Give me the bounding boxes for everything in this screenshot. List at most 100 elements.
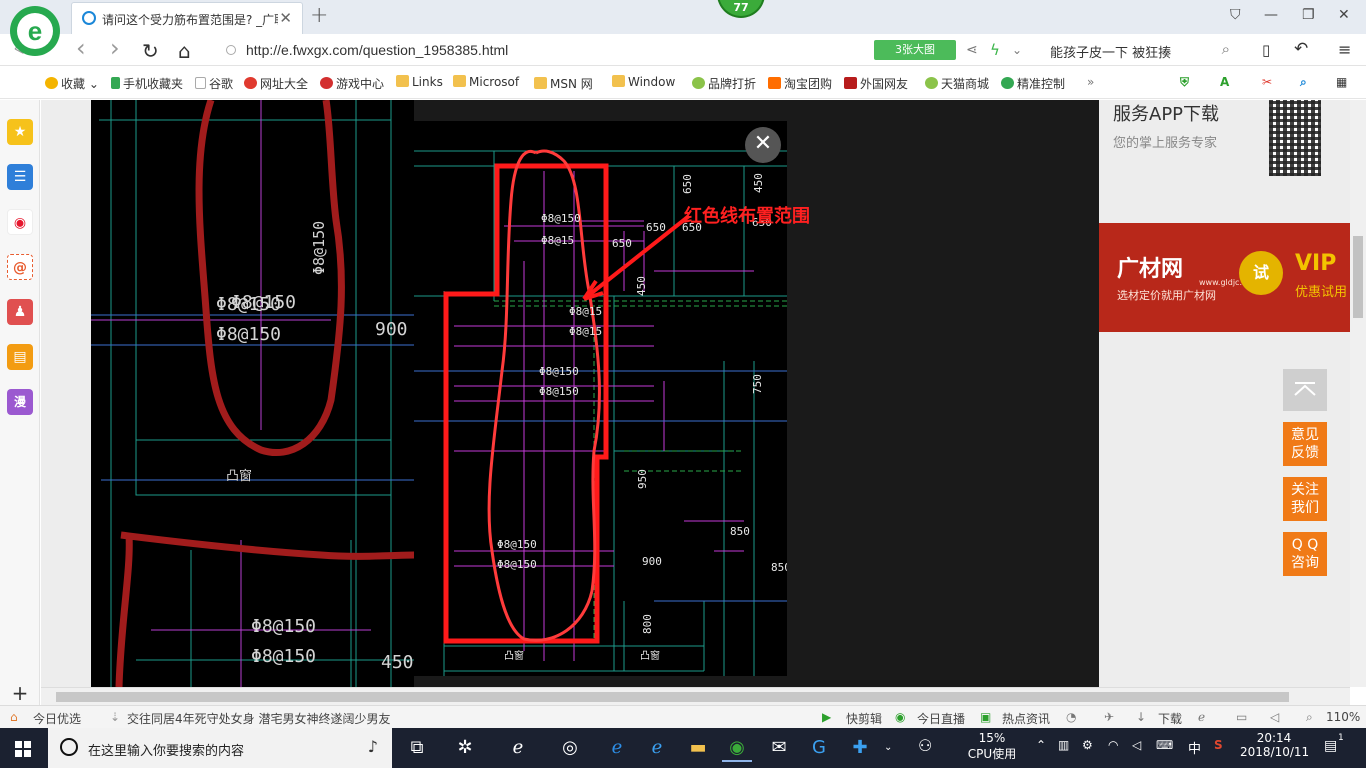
bookmark-item[interactable]: 游戏中心 [320, 75, 384, 92]
bookmark-item[interactable]: 精准控制 [1001, 75, 1065, 92]
favorites-star-icon[interactable]: ★ [7, 119, 33, 145]
settings-tray-icon[interactable]: ⚙ [1082, 738, 1093, 752]
bookmark-item[interactable]: 手机收藏夹 [111, 75, 183, 92]
browser-tab[interactable]: 请问这个受力筋布置范围是? _广联达服务新干线 ✕ [71, 2, 303, 34]
bookmark-item[interactable]: 天猫商城 [925, 75, 989, 92]
translate-icon[interactable]: A [1220, 75, 1229, 89]
search-icon[interactable]: ⌕ [1222, 40, 1230, 58]
reload-button[interactable]: ↻ [142, 39, 159, 63]
speed-icon[interactable]: ◔ [1066, 710, 1076, 724]
file-explorer-icon[interactable]: ▬ [683, 734, 713, 762]
accelerate-icon[interactable]: ϟ [990, 41, 1000, 59]
find-icon[interactable]: ⌕ [1300, 75, 1307, 90]
bookmark-item[interactable]: 网址大全 [244, 75, 308, 92]
live-link[interactable]: 今日直播 [917, 710, 965, 727]
ime-indicator[interactable]: 中 [1188, 738, 1201, 757]
weibo-icon[interactable]: ◉ [7, 209, 33, 235]
scroll-thumb[interactable] [56, 692, 1289, 702]
maximize-button[interactable]: ❐ [1302, 7, 1315, 23]
mail-app-icon[interactable]: ✉ [764, 734, 794, 762]
back-to-top-button[interactable] [1283, 369, 1327, 411]
shield-icon[interactable]: ⛨ [1180, 75, 1189, 90]
plus-app-icon[interactable]: ✚ [845, 734, 875, 762]
today-picks-link[interactable]: 今日优选 [33, 710, 81, 727]
battery-icon[interactable]: ▥ [1058, 738, 1069, 752]
back-button[interactable]: ‹ [76, 34, 86, 62]
qq-consult-button[interactable]: Q Q 咨询 [1283, 532, 1327, 576]
live-icon[interactable]: ◉ [895, 710, 905, 724]
note-icon[interactable]: ▤ [7, 344, 33, 370]
new-tab-button[interactable]: + [310, 3, 328, 28]
microphone-icon[interactable]: ♪ [368, 737, 378, 756]
feedback-button[interactable]: 意见 反馈 [1283, 422, 1327, 466]
tab-close-icon[interactable]: ✕ [279, 9, 292, 27]
taskbar-search-box[interactable]: 在这里输入你要搜索的内容 ♪ [48, 728, 392, 768]
zoom-level[interactable]: 110% [1326, 710, 1360, 724]
mobile-icon[interactable]: ▯ [1262, 41, 1270, 59]
bookmark-item[interactable]: 谷歌 [195, 75, 233, 92]
download-link[interactable]: 下载 [1158, 710, 1182, 727]
dropdown-chevron-icon[interactable]: ⌄ [1012, 43, 1022, 57]
people-icon[interactable]: ⚇ [918, 736, 932, 755]
close-window-button[interactable]: ✕ [1338, 7, 1350, 23]
bookmark-item[interactable]: 淘宝团购 [768, 75, 832, 92]
undo-icon[interactable]: ↶ [1294, 39, 1308, 59]
keyboard-icon[interactable]: ⌨ [1156, 738, 1173, 752]
news-ticker[interactable]: 交往同居4年死守处女身 潜宅男女神终遂阔少男友 [127, 710, 390, 727]
skin-icon[interactable]: ⛉ [1230, 7, 1241, 23]
zoom-icon[interactable]: ⌕ [1306, 710, 1313, 725]
pin-icon[interactable]: ✈ [1104, 710, 1114, 724]
news-icon[interactable]: ☰ [7, 164, 33, 190]
browser-logo-icon[interactable]: e [10, 6, 60, 56]
game-icon[interactable]: ♟ [7, 299, 33, 325]
follow-us-button[interactable]: 关注 我们 [1283, 477, 1327, 521]
big-image-button[interactable]: 3张大图 [874, 40, 956, 60]
glodon-app-icon[interactable]: G [804, 734, 834, 762]
add-sidebar-button[interactable]: + [0, 681, 40, 705]
action-center-icon[interactable]: ▤ [1324, 738, 1337, 754]
search-input[interactable]: 能孩子皮一下 被狂揍 ⌕ [1040, 38, 1240, 62]
speaker-icon[interactable]: ◁ [1132, 738, 1141, 752]
taskbar-overflow-icon[interactable]: ⌄ [884, 742, 892, 753]
ie-app-icon[interactable]: ℯ [503, 734, 533, 762]
internet-explorer-icon[interactable]: ℯ [642, 734, 672, 762]
news-expand-icon[interactable]: ⇣ [110, 710, 120, 724]
bookmark-folder[interactable]: Links [396, 75, 443, 89]
bookmark-folder[interactable]: MSN 网 [534, 75, 593, 92]
comic-icon[interactable]: 漫 [7, 389, 33, 415]
address-input[interactable]: http://e.fwxgx.com/question_1958385.html [222, 38, 862, 62]
window-icon[interactable]: ▭ [1236, 710, 1247, 724]
edge-app-icon[interactable]: ℯ [602, 734, 632, 762]
bookmark-item[interactable]: 收藏 ⌄ [45, 75, 99, 92]
home-button[interactable]: ⌂ [178, 39, 191, 63]
app-download-title[interactable]: 服务APP下载 [1113, 100, 1219, 126]
bookmark-folder[interactable]: Microsof [453, 75, 519, 89]
horizontal-scrollbar[interactable] [41, 687, 1350, 705]
apps-icon[interactable]: ▦ [1336, 75, 1347, 89]
wifi-icon[interactable]: ◠ [1108, 738, 1118, 752]
gift-icon[interactable]: ⌂ [10, 710, 18, 724]
360-browser-icon[interactable]: ◉ [722, 734, 752, 762]
show-hidden-icons[interactable]: ⌃ [1036, 738, 1046, 752]
hot-news-icon[interactable]: ▣ [980, 710, 991, 724]
bookmark-item[interactable]: 品牌打折 [692, 75, 756, 92]
bookmark-folder[interactable]: Window [612, 75, 675, 89]
close-viewer-button[interactable]: ✕ [745, 127, 781, 163]
mail-icon[interactable]: @ [7, 254, 33, 280]
clock[interactable]: 20:14 2018/10/11 [1240, 731, 1309, 759]
bookmark-item[interactable]: 外国网友 [844, 75, 908, 92]
task-view-icon[interactable]: ⧉ [402, 734, 432, 762]
quick-clip-link[interactable]: 快剪辑 [846, 710, 882, 727]
scroll-thumb[interactable] [1353, 236, 1363, 318]
minimize-button[interactable]: — [1264, 7, 1278, 23]
volume-icon[interactable]: ◁ [1270, 710, 1279, 724]
ad-banner[interactable]: 广材网 www.gldjc.com 选材定价就用广材网 试 VIP 优惠试用 [1099, 223, 1350, 332]
more-bookmarks-icon[interactable]: » [1087, 75, 1094, 89]
share-icon[interactable]: ⋖ [966, 42, 978, 58]
start-button[interactable] [0, 728, 46, 768]
scissors-icon[interactable]: ✂ [1262, 75, 1272, 89]
sogou-ime-icon[interactable]: S [1214, 738, 1223, 752]
clip-icon[interactable]: ▶ [822, 710, 831, 724]
forward-button[interactable]: › [110, 34, 120, 62]
notification-badge[interactable]: 77 [717, 0, 765, 18]
